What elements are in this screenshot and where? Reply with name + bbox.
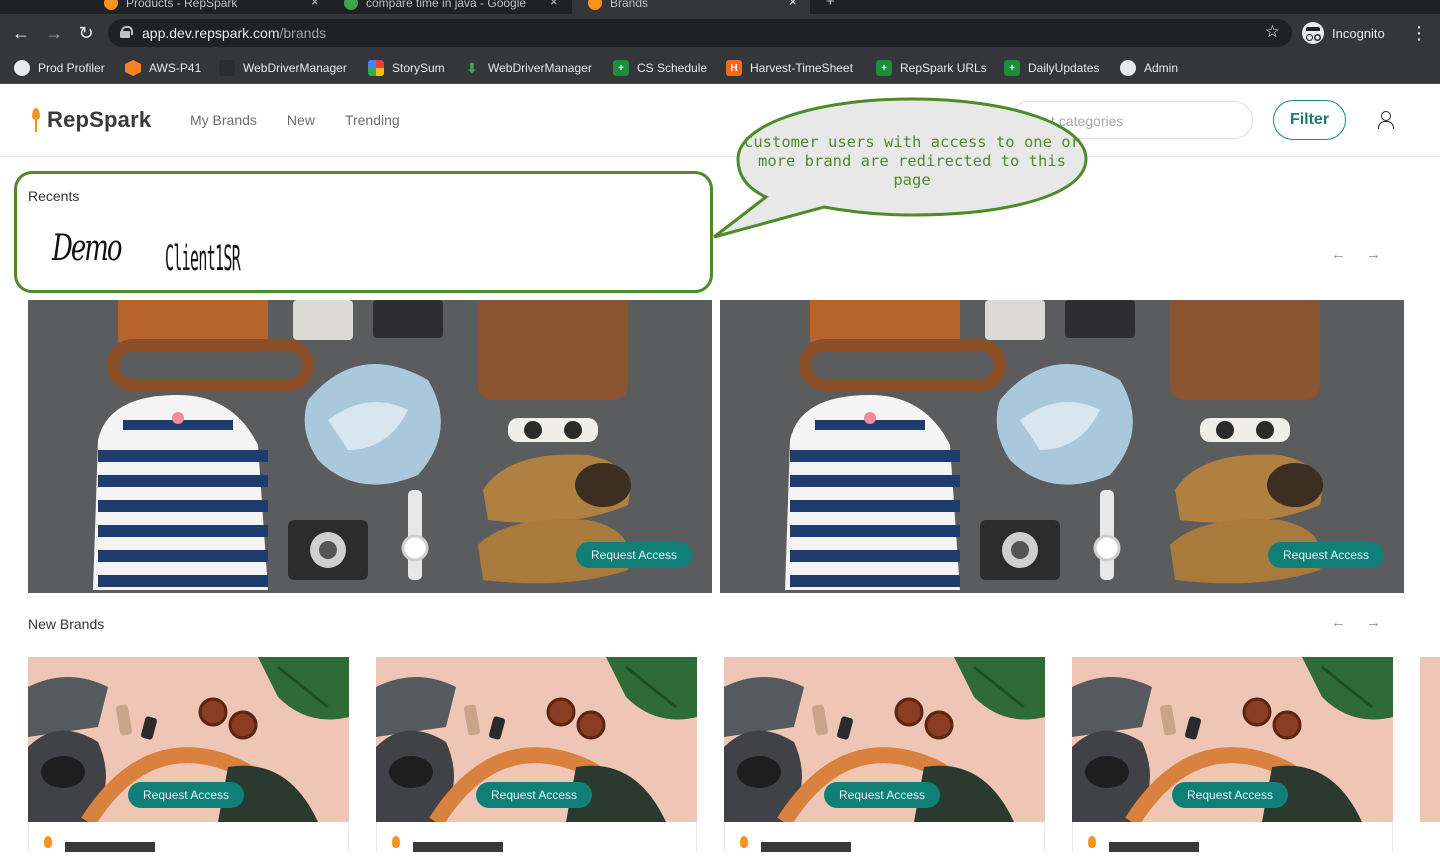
dark-app-icon (219, 60, 235, 76)
tab-products[interactable]: Products - RepSpark (104, 0, 237, 14)
request-access-button[interactable]: Request Access (1268, 542, 1385, 568)
bookmark-harvest-timesheet[interactable]: H Harvest-TimeSheet (726, 58, 853, 78)
multicolor-icon (368, 60, 384, 76)
nav-trending[interactable]: Trending (345, 112, 400, 128)
brand-logo-icon (1087, 832, 1099, 852)
logo-text: RepSpark (47, 107, 152, 132)
bookmark-cs-schedule[interactable]: + CS Schedule (613, 58, 707, 78)
filter-button[interactable]: Filter (1273, 100, 1346, 140)
bookmark-repspark-urls[interactable]: + RepSpark URLs (876, 58, 987, 78)
app-header: RepSpark My Brands New Trending t catego… (0, 84, 1440, 157)
carousel-prev-arrow-icon[interactable]: ← (1331, 614, 1346, 631)
google-favicon-icon (344, 0, 358, 10)
bookmark-aws-p41[interactable]: AWS-P41 (125, 58, 201, 78)
tab-close-icon[interactable]: × (789, 0, 797, 9)
lock-icon (120, 26, 133, 38)
tab-google[interactable]: compare time in java - Google (344, 0, 526, 14)
bookmark-webdrivermanager-2[interactable]: ⬇ WebDriverManager (464, 58, 592, 78)
bookmark-storysum[interactable]: StorySum (368, 58, 445, 78)
globe-icon (1120, 60, 1136, 76)
flame-icon (30, 108, 42, 132)
carousel-next-arrow-icon[interactable]: → (1366, 246, 1381, 263)
new-brands-carousel-arrows: ← → (1331, 614, 1381, 631)
back-arrow-icon[interactable]: ← (10, 22, 32, 44)
download-icon: ⬇ (466, 59, 478, 76)
recents-carousel-arrows: ← → (1331, 246, 1381, 263)
sheets-icon: + (876, 60, 892, 76)
new-brand-card-image[interactable]: Request Access (28, 657, 349, 822)
carousel-next-arrow-icon[interactable]: → (1366, 614, 1381, 631)
sheets-icon: + (1004, 60, 1020, 76)
incognito-label: Incognito (1332, 25, 1385, 41)
new-tab-icon[interactable]: + (826, 0, 835, 10)
annotation-text: Customer users with access to one or mor… (744, 133, 1080, 189)
new-brand-card-image[interactable]: Request Access (376, 657, 697, 822)
bookmark-prod-profiler[interactable]: Prod Profiler (14, 58, 105, 78)
request-access-button[interactable]: Request Access (824, 782, 941, 808)
tab-brands[interactable]: Brands (572, 0, 810, 14)
main-nav: My Brands New Trending (190, 112, 400, 128)
brand-name-placeholder (761, 836, 851, 856)
brand-name-placeholder (413, 836, 503, 856)
aws-cube-icon (125, 60, 141, 76)
request-access-button[interactable]: Request Access (1172, 782, 1289, 808)
incognito-indicator[interactable]: Incognito (1302, 21, 1385, 45)
bookmark-dailyupdates[interactable]: + DailyUpdates (1004, 58, 1099, 78)
browser-menu-icon[interactable]: ⋮ (1410, 22, 1428, 44)
brand-logo-icon (391, 832, 403, 852)
url-text: app.dev.repspark.com/brands (142, 25, 327, 41)
annotation-highlight-box (14, 171, 713, 293)
nav-my-brands[interactable]: My Brands (190, 112, 257, 128)
featured-brand-card-image[interactable]: Request Access (720, 300, 1404, 593)
globe-icon (14, 60, 30, 76)
new-brand-card-image-partial[interactable] (1420, 657, 1440, 822)
bookmark-admin[interactable]: Admin (1120, 58, 1178, 78)
new-brand-card-image[interactable]: Request Access (724, 657, 1045, 822)
carousel-prev-arrow-icon[interactable]: ← (1331, 246, 1346, 263)
repspark-favicon-icon (588, 0, 602, 10)
bookmark-webdrivermanager[interactable]: WebDriverManager (219, 58, 347, 78)
tab-label: Brands (610, 0, 649, 10)
tab-close-icon[interactable]: × (550, 0, 558, 9)
new-brand-card-image[interactable]: Request Access (1072, 657, 1393, 822)
brand-logo-icon (739, 832, 751, 852)
harvest-icon: H (726, 60, 742, 76)
brand-name-placeholder (1109, 836, 1199, 856)
repspark-logo[interactable]: RepSpark (30, 107, 151, 133)
request-access-button[interactable]: Request Access (576, 542, 693, 568)
repspark-favicon-icon (104, 0, 118, 10)
nav-new[interactable]: New (287, 112, 315, 128)
featured-brand-card-image[interactable]: Request Access (28, 300, 712, 593)
request-access-button[interactable]: Request Access (128, 782, 245, 808)
request-access-button[interactable]: Request Access (476, 782, 593, 808)
brand-name-placeholder (65, 836, 155, 856)
forward-arrow-icon[interactable]: → (43, 22, 65, 44)
tab-close-icon[interactable]: × (311, 0, 319, 9)
new-brands-title: New Brands (28, 616, 105, 632)
address-bar[interactable]: app.dev.repspark.com/brands ☆ (108, 19, 1292, 47)
bookmarks-bar: Prod Profiler AWS-P41 WebDriverManager S… (0, 52, 1440, 84)
brand-logo-icon (43, 832, 55, 852)
incognito-icon (1302, 22, 1324, 44)
bookmark-star-icon[interactable]: ☆ (1265, 22, 1280, 42)
browser-tabstrip: Products - RepSpark × compare time in ja… (0, 0, 1440, 14)
browser-toolbar: ← → ↻ app.dev.repspark.com/brands ☆ Inco… (0, 14, 1440, 52)
tab-label: Products - RepSpark (126, 0, 238, 10)
sheets-icon: + (613, 60, 629, 76)
reload-icon[interactable]: ↻ (75, 22, 97, 44)
tab-label: compare time in java - Google (366, 0, 527, 10)
user-account-icon[interactable] (1377, 111, 1394, 129)
